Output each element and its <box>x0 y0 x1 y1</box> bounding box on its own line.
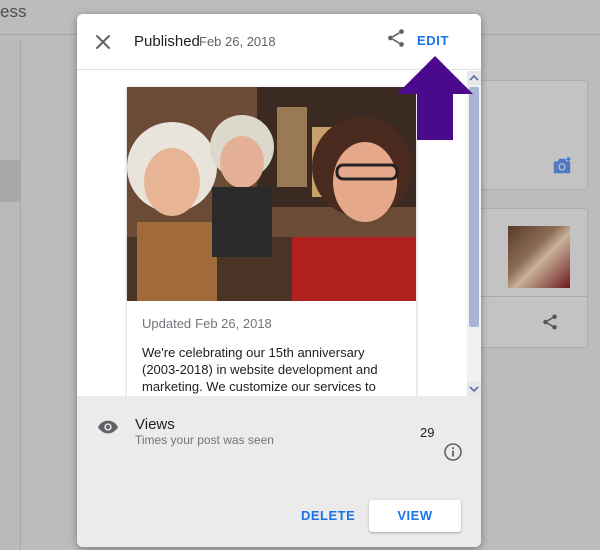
add-photo-icon <box>553 156 571 174</box>
post-stats-panel: Views Times your post was seen 29 DELETE… <box>77 396 481 547</box>
share-icon[interactable] <box>385 26 407 50</box>
close-icon[interactable] <box>91 30 115 54</box>
background-title: ess <box>0 2 27 21</box>
delete-button[interactable]: DELETE <box>301 508 355 523</box>
background-sidebar <box>0 40 21 550</box>
eye-icon <box>97 420 119 434</box>
views-count: 29 <box>420 425 435 440</box>
published-date: Feb 26, 2018 <box>199 34 276 49</box>
scroll-down-arrow-icon[interactable] <box>467 382 481 396</box>
post-status: Published <box>134 33 200 50</box>
up-arrow-annotation-icon <box>397 56 473 140</box>
views-label: Views <box>135 416 175 433</box>
updated-label: Updated <box>142 316 192 331</box>
views-description: Times your post was seen <box>135 433 274 447</box>
updated-date: Feb 26, 2018 <box>195 316 272 331</box>
background-card-divider <box>470 296 588 297</box>
view-button[interactable]: VIEW <box>369 500 461 532</box>
post-photo <box>127 87 416 301</box>
background-post-thumbnail <box>508 226 570 288</box>
edit-button[interactable]: EDIT <box>417 33 449 48</box>
post-text: We're celebrating our 15th anniversary (… <box>142 345 378 394</box>
background-sidebar-selected-item <box>0 160 21 202</box>
info-icon[interactable] <box>443 442 463 462</box>
post-card: Updated Feb 26, 2018 We're celebrating ou… <box>127 87 416 396</box>
share-icon <box>543 314 557 330</box>
post-updated-date: Updated Feb 26, 2018 <box>142 316 272 331</box>
